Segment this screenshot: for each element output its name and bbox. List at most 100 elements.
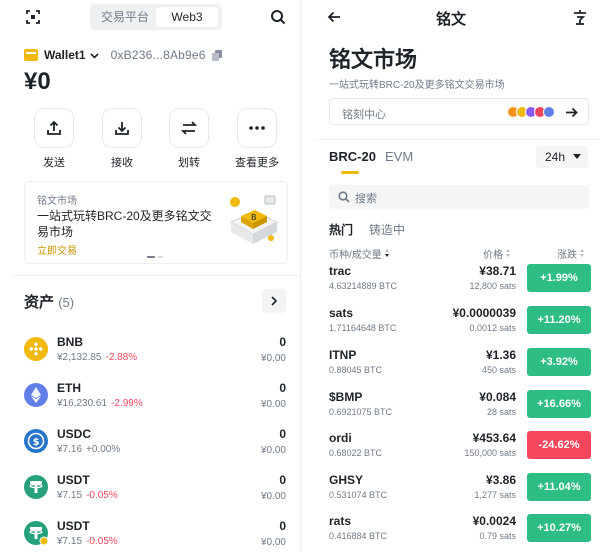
- token-price-sats: 450 sats: [481, 365, 516, 375]
- asset-value: ¥0.00: [260, 399, 286, 410]
- token-price-sats: 28 sats: [486, 407, 516, 417]
- tab-brc20[interactable]: BRC-20: [329, 149, 376, 164]
- promo-illustration: B: [221, 192, 281, 250]
- asset-row-eth[interactable]: ETH ¥16,230.61 -2.99% 0 ¥0.00: [24, 381, 288, 421]
- asset-row-usdc[interactable]: $ USDC ¥7.16 +0.00% 0 ¥0.00: [24, 427, 288, 467]
- change-badge: +11.04%: [527, 473, 591, 501]
- token-volume: 4.63214889 BTC: [329, 281, 398, 291]
- change-badge: +10.27%: [527, 514, 591, 542]
- wallet-icon: [24, 48, 38, 62]
- token-price-sats: 0.79 sats: [479, 531, 516, 541]
- asset-symbol: ETH: [57, 381, 81, 395]
- more-icon: [237, 108, 277, 148]
- upload-icon: [34, 108, 74, 148]
- promo-eyebrow: 铭文市场: [37, 196, 77, 207]
- more-label: 查看更多: [235, 157, 279, 169]
- token-price: ¥0.0000039: [452, 306, 516, 320]
- coin-stack-icon: [507, 106, 555, 118]
- receive-label: 接收: [111, 157, 133, 169]
- eth-icon: [24, 383, 48, 407]
- market-row[interactable]: $BMP 0.6921075 BTC ¥0.084 28 sats +16.66…: [329, 390, 591, 426]
- transfer-icon: [169, 108, 209, 148]
- bnb-icon: [24, 337, 48, 361]
- token-price: ¥38.71: [479, 264, 516, 278]
- sort-icon: [384, 249, 390, 258]
- token-price-sats: 1,277 sats: [474, 490, 516, 500]
- token-volume: 0.88045 BTC: [329, 365, 383, 375]
- change-badge: -24.62%: [527, 431, 591, 459]
- mint-center-label: 铭刻中心: [342, 109, 386, 121]
- filter-minting[interactable]: 铸造中: [369, 221, 405, 238]
- token-price: ¥3.86: [485, 473, 516, 487]
- page-title: 铭文: [435, 11, 466, 28]
- transfer-button[interactable]: 划转: [169, 108, 209, 170]
- tab-evm[interactable]: EVM: [385, 149, 413, 164]
- platform-switch: 交易平台 Web3: [90, 4, 222, 30]
- search-icon[interactable]: [270, 9, 286, 25]
- asset-price-line: ¥16,230.61 -2.99%: [57, 398, 143, 409]
- more-button[interactable]: 查看更多: [235, 108, 279, 170]
- asset-amount: 0: [279, 473, 286, 487]
- asset-price-line: ¥7.15 -0.05%: [57, 536, 118, 547]
- asset-symbol: USDC: [57, 427, 92, 441]
- asset-symbol: USDT: [57, 473, 90, 487]
- asset-row-bnb[interactable]: BNB ¥2,132.85 -2.88% 0 ¥0.00: [24, 335, 288, 375]
- asset-value: ¥0.00: [260, 491, 286, 502]
- wallet-address: 0xB236...8Ab9e6: [110, 48, 206, 62]
- copy-icon[interactable]: [211, 49, 222, 61]
- market-row[interactable]: ITNP 0.88045 BTC ¥1.36 450 sats +3.92%: [329, 348, 591, 384]
- assets-title: 资产: [24, 294, 55, 311]
- asset-value: ¥0.00: [260, 445, 286, 456]
- token-price: ¥1.36: [485, 348, 516, 362]
- receive-button[interactable]: 接收: [102, 108, 142, 170]
- assets-heading: 资产 (5): [24, 291, 74, 312]
- inscription-promo-banner[interactable]: 铭文市场 一站式玩转BRC-20及更多铭文交易市场 立即交易 B: [24, 181, 288, 264]
- asset-amount: 0: [279, 427, 286, 441]
- tab-web3[interactable]: Web3: [156, 7, 218, 27]
- search-input[interactable]: 搜索: [329, 185, 589, 209]
- column-header-change[interactable]: 涨跌: [557, 246, 585, 261]
- token-volume: 0.6921075 BTC: [329, 407, 393, 417]
- search-placeholder: 搜索: [355, 193, 377, 205]
- asset-row-usdt-2[interactable]: USDT ¥7.15 -0.05% 0 ¥0.00: [24, 519, 288, 552]
- scan-icon[interactable]: [26, 10, 40, 24]
- mint-center-entry[interactable]: 铭刻中心: [329, 98, 589, 125]
- assets-expand-button[interactable]: [262, 289, 286, 313]
- token-price: ¥453.64: [472, 431, 516, 445]
- profile-icon[interactable]: [573, 9, 587, 25]
- asset-price-line: ¥7.16 +0.00%: [57, 444, 121, 455]
- chevron-right-icon: [270, 296, 278, 306]
- usdt-icon: [24, 475, 48, 499]
- filter-hot[interactable]: 热门: [329, 221, 353, 238]
- search-icon: [338, 191, 350, 203]
- market-row[interactable]: trac 4.63214889 BTC ¥38.71 12,800 sats +…: [329, 264, 591, 300]
- token-volume: 0.68022 BTC: [329, 448, 383, 458]
- column-header-price[interactable]: 价格: [483, 246, 511, 261]
- period-value: 24h: [545, 150, 566, 164]
- asset-price-line: ¥2,132.85 -2.88%: [57, 352, 138, 363]
- market-row[interactable]: GHSY 0.531074 BTC ¥3.86 1,277 sats +11.0…: [329, 473, 591, 509]
- token-volume: 0.416884 BTC: [329, 531, 388, 541]
- change-badge: +11.20%: [527, 306, 591, 334]
- market-row[interactable]: sats 1.71164648 BTC ¥0.0000039 0.0012 sa…: [329, 306, 591, 342]
- wallet-name: Wallet1: [44, 48, 86, 62]
- change-badge: +3.92%: [527, 348, 591, 376]
- wallet-selector[interactable]: Wallet1 0xB236...8Ab9e6: [24, 45, 222, 65]
- asset-price-line: ¥7.15 -0.05%: [57, 490, 118, 501]
- period-select[interactable]: 24h: [536, 146, 588, 168]
- send-button[interactable]: 发送: [34, 108, 74, 170]
- market-row[interactable]: rats 0.416884 BTC ¥0.0024 0.79 sats +10.…: [329, 514, 591, 550]
- svg-text:$: $: [33, 437, 40, 448]
- market-row[interactable]: ordi 0.68022 BTC ¥453.64 150,000 sats -2…: [329, 431, 591, 467]
- token-price: ¥0.0024: [472, 514, 516, 528]
- tab-exchange[interactable]: 交易平台: [94, 7, 156, 27]
- token-volume: 0.531074 BTC: [329, 490, 388, 500]
- market-subtitle: 一站式玩转BRC-20及更多铭文交易市场: [329, 80, 505, 91]
- usdt-icon: [24, 521, 48, 545]
- promo-cta[interactable]: 立即交易: [37, 242, 77, 257]
- token-price-sats: 0.0012 sats: [469, 323, 516, 333]
- sort-icon: [506, 249, 511, 258]
- usdc-icon: $: [24, 429, 48, 453]
- asset-row-usdt[interactable]: USDT ¥7.15 -0.05% 0 ¥0.00: [24, 473, 288, 513]
- column-header-name[interactable]: 币种/成交量: [329, 246, 390, 261]
